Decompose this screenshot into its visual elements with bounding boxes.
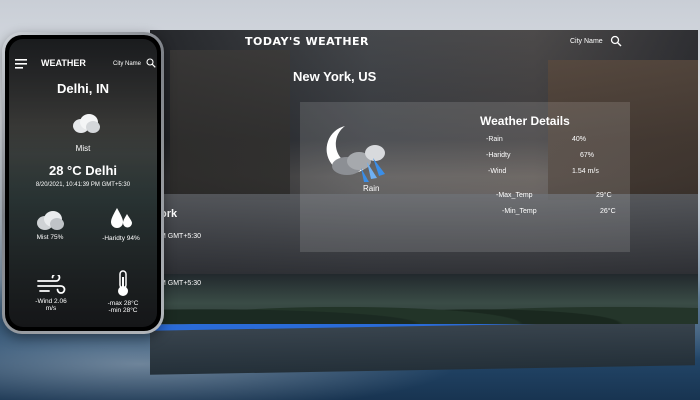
desktop-weather-screen: TODAY'S WEATHER City Name New York, US R… [150,30,698,274]
details-title: Weather Details [480,114,570,128]
condition-text: Mist [75,144,91,153]
detail-value: 67% [580,152,595,159]
droplets-icon [111,208,132,228]
min-temp-label: -min 28°C [108,307,138,314]
detail-label: -Max_Temp [496,192,533,199]
detail-label: -Wind [488,168,507,175]
max-temp-label: -max 28°C [107,300,139,307]
search-icon[interactable] [610,35,622,47]
phone-weather-screen: WEATHER City Name Delhi, IN Mist 28 °C D… [9,39,157,327]
stacked-screen-3 [150,315,695,375]
tree-line [150,290,698,324]
wind-label: -Wind 2.06 [35,298,67,305]
city-name: Delhi, IN [56,81,109,96]
wind-icon [37,275,66,294]
mist-label: Mist 75% [36,234,64,241]
temperature-stat: -max 28°C -min 28°C [95,269,151,314]
datetime-text: 8/20/2021, 10:41:39 PM GMT+5:30 [35,182,131,188]
background-building [170,50,290,200]
humidity-stat: -Haridty 94% [91,204,151,242]
condition-text: Rain [363,184,380,193]
thermometer-icon [118,270,128,296]
wind-stat: -Wind 2.06 m/s [23,275,79,312]
app-title: TODAY'S WEATHER [245,35,370,48]
humidity-label: -Haridty 94% [102,235,140,242]
hamburger-menu-icon[interactable] [15,59,27,69]
detail-value: 40% [572,136,587,143]
cloud-icon [37,211,64,230]
phone-frame: WEATHER City Name Delhi, IN Mist 28 °C D… [2,32,164,334]
stacked-screen-2: M GMT+5:30 [150,272,698,324]
detail-label: -Rain [486,136,503,143]
detail-value: 26°C [600,208,616,215]
city-name: New York, US [293,69,377,84]
search-icon[interactable] [146,58,156,68]
detail-value: 1.54 m/s [572,168,599,175]
wind-unit: m/s [45,305,57,312]
phone-bezel: WEATHER City Name Delhi, IN Mist 28 °C D… [5,35,161,331]
cloud-icon [73,114,100,133]
detail-value: 29°C [596,192,612,199]
temperature-text: 28 °C Delhi [48,163,118,178]
mist-stat: Mist 75% [25,209,75,241]
city-search-input[interactable]: City Name [113,61,141,67]
city-search-input[interactable]: City Name [570,38,603,45]
moon-cloud-rain-icon [326,126,385,182]
partial-time-text: M GMT+5:30 [160,233,202,240]
detail-label: -Haridty [486,152,511,159]
detail-label: -Min_Temp [502,208,537,215]
partial-time-text: M GMT+5:30 [160,280,202,287]
app-title: WEATHER [41,58,86,68]
